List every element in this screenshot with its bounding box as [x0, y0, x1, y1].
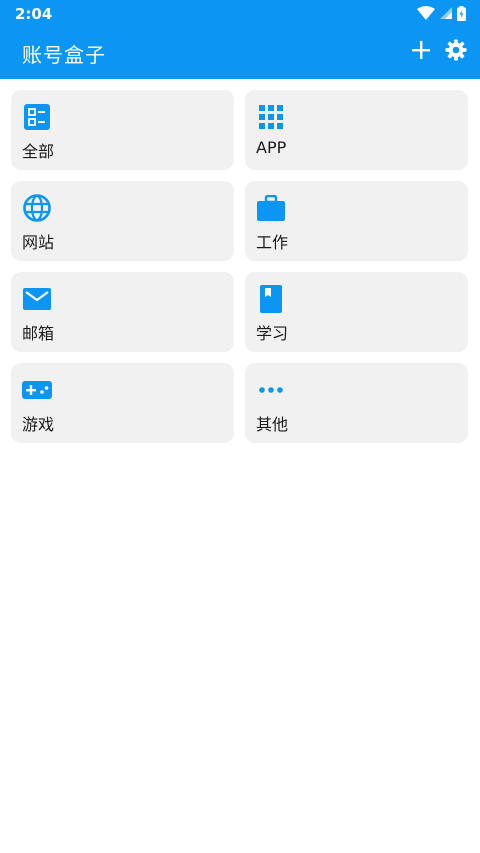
gamepad-icon [22, 376, 52, 404]
status-bar: 2:04 [0, 0, 480, 26]
page-title: 账号盒子 [22, 43, 106, 67]
dashboard-icon [22, 103, 52, 131]
category-card-study[interactable]: 学习 [245, 272, 468, 352]
signal-icon [440, 7, 452, 19]
category-card-other[interactable]: 其他 [245, 363, 468, 443]
category-card-games[interactable]: 游戏 [11, 363, 234, 443]
status-icons [417, 5, 466, 21]
category-card-work[interactable]: 工作 [245, 181, 468, 261]
category-label: 学习 [256, 324, 289, 343]
book-icon [256, 285, 286, 313]
briefcase-icon [256, 194, 286, 222]
wifi-icon [417, 6, 435, 20]
category-card-app[interactable]: APP [245, 90, 468, 170]
category-label: 工作 [256, 233, 289, 252]
battery-icon [457, 5, 466, 21]
add-button[interactable] [408, 39, 434, 65]
category-label: APP [256, 138, 287, 157]
category-label: 全部 [22, 142, 55, 161]
category-card-website[interactable]: 网站 [11, 181, 234, 261]
globe-icon [22, 194, 52, 222]
category-label: 其他 [256, 415, 289, 434]
category-grid: 全部 APP 网站 工作 邮箱 学习 游戏 其他 [11, 90, 469, 443]
category-card-mail[interactable]: 邮箱 [11, 272, 234, 352]
category-label: 网站 [22, 233, 55, 252]
apps-grid-icon [256, 103, 286, 131]
status-time: 2:04 [15, 5, 53, 23]
more-dots-icon [256, 376, 286, 404]
plus-icon [412, 41, 430, 63]
settings-button[interactable] [443, 39, 469, 65]
category-label: 游戏 [22, 415, 55, 434]
app-bar: 账号盒子 [0, 26, 480, 79]
category-card-all[interactable]: 全部 [11, 90, 234, 170]
gear-icon [445, 39, 467, 65]
category-label: 邮箱 [22, 324, 55, 343]
mail-icon [22, 285, 52, 313]
